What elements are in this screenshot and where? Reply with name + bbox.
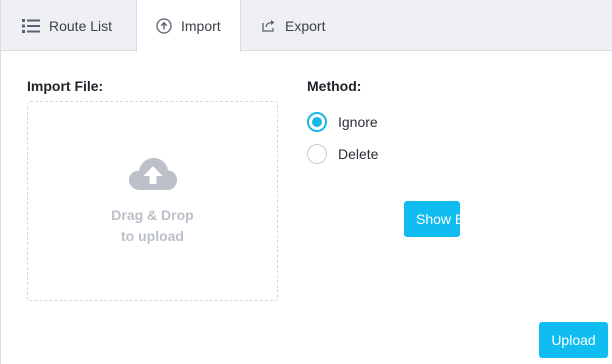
- method-radio-delete-label: Delete: [338, 146, 379, 162]
- tab-route-list-label: Route List: [49, 17, 113, 34]
- radio-checked-icon: [307, 112, 327, 132]
- method-radio-delete[interactable]: Delete: [307, 144, 378, 164]
- cloud-upload-icon: [128, 156, 178, 197]
- show-button[interactable]: Show E: [404, 201, 460, 237]
- import-file-label: Import File:: [27, 78, 104, 94]
- tab-route-list[interactable]: Route List: [1, 0, 136, 51]
- method-radio-ignore[interactable]: Ignore: [307, 112, 378, 132]
- radio-unchecked-icon: [307, 144, 327, 164]
- tab-import-label: Import: [181, 18, 221, 34]
- tab-bar: Route List Import Export: [1, 0, 612, 52]
- drop-instruction-line1: Drag & Drop: [111, 207, 194, 223]
- import-panel: Route List Import Export Import File: Dr…: [0, 0, 612, 364]
- list-icon: [22, 18, 40, 33]
- upload-circle-icon: [156, 18, 172, 34]
- method-label: Method:: [307, 78, 362, 94]
- tab-export[interactable]: Export: [241, 0, 351, 51]
- tab-export-label: Export: [285, 17, 326, 34]
- file-drop-zone[interactable]: Drag & Drop to upload: [27, 101, 278, 301]
- drop-instruction-line2: to upload: [121, 228, 184, 244]
- method-radio-ignore-label: Ignore: [338, 114, 378, 130]
- share-export-icon: [262, 19, 276, 32]
- tab-import[interactable]: Import: [136, 0, 241, 52]
- upload-button[interactable]: Upload: [539, 322, 608, 358]
